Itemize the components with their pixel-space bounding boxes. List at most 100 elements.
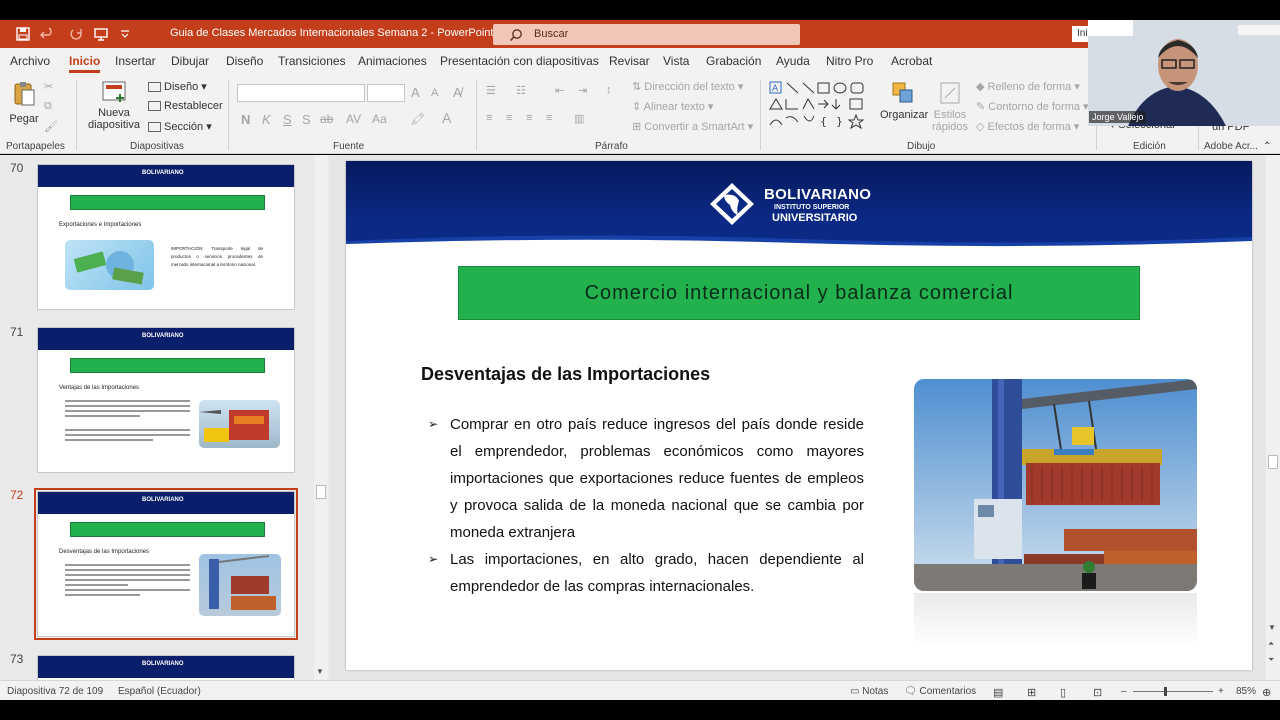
- shapes-gallery[interactable]: A {}: [768, 80, 876, 130]
- format-painter-icon[interactable]: 🖌: [44, 120, 58, 133]
- tab-animaciones[interactable]: Animaciones: [358, 54, 427, 68]
- tab-grabación[interactable]: Grabación: [706, 54, 761, 68]
- copy-icon[interactable]: ⧉: [44, 100, 52, 113]
- reset-icon: [148, 101, 161, 112]
- undo-icon[interactable]: [38, 26, 56, 42]
- tab-revisar[interactable]: Revisar: [609, 54, 650, 68]
- previous-slide-icon[interactable]: ⏶: [1268, 639, 1274, 649]
- increase-font-icon[interactable]: A: [411, 85, 420, 100]
- zoom-slider-thumb[interactable]: [1164, 687, 1167, 696]
- shape-fill-label: Relleno de forma: [987, 81, 1072, 93]
- font-color-icon[interactable]: A: [442, 110, 451, 126]
- decrease-font-icon[interactable]: A: [431, 87, 438, 99]
- cut-icon[interactable]: ✂: [44, 80, 53, 93]
- tab-presentación-con-diapositivas[interactable]: Presentación con diapositivas: [440, 54, 599, 68]
- save-icon[interactable]: [14, 26, 32, 42]
- font-name-combo[interactable]: [237, 84, 365, 102]
- align-left-icon[interactable]: ≡: [486, 112, 492, 124]
- arrange-button[interactable]: Organizar: [880, 80, 928, 121]
- align-right-icon[interactable]: ≡: [526, 112, 532, 124]
- quick-styles-button[interactable]: Estilos rápidos: [928, 80, 972, 133]
- normal-view-icon[interactable]: ▤: [993, 686, 1003, 699]
- shape-fill-button[interactable]: ◆ Relleno de forma ▾: [976, 80, 1080, 93]
- customize-qat-icon[interactable]: [116, 26, 134, 42]
- scroll-down-icon[interactable]: ▼: [1268, 623, 1276, 632]
- italic-icon[interactable]: K: [262, 112, 271, 127]
- slideshow-icon[interactable]: ⊡: [1093, 686, 1102, 699]
- redo-icon[interactable]: [68, 26, 86, 42]
- tab-dibujar[interactable]: Dibujar: [171, 54, 209, 68]
- powerpoint-window: Guia de Clases Mercados Internacionales …: [0, 0, 1280, 720]
- search-box[interactable]: Buscar: [493, 24, 800, 45]
- thumbnails-scrollbar[interactable]: ▼: [314, 155, 328, 680]
- zoom-in-icon[interactable]: +: [1218, 686, 1224, 697]
- font-size-combo[interactable]: [367, 84, 405, 102]
- tab-inicio[interactable]: Inicio: [69, 54, 101, 73]
- next-slide-icon[interactable]: ⏷: [1268, 655, 1274, 665]
- new-slide-button[interactable]: Nueva diapositiva: [86, 80, 142, 131]
- bullet-list[interactable]: ➢ Comprar en otro país reduce ingresos d…: [428, 411, 864, 600]
- line-spacing-icon[interactable]: ↕: [606, 84, 612, 96]
- slide-thumbnail-71[interactable]: BOLIVARIANO Ventajas de las Importacione…: [37, 327, 295, 473]
- tab-diseño[interactable]: Diseño: [226, 54, 263, 68]
- collapse-ribbon-icon[interactable]: ⌃: [1263, 141, 1271, 152]
- slide-canvas[interactable]: BOLIVARIANO INSTITUTO SUPERIOR UNIVERSIT…: [346, 161, 1252, 670]
- justify-icon[interactable]: ≡: [546, 112, 552, 124]
- scrollbar-thumb[interactable]: [1268, 455, 1278, 469]
- zoom-level[interactable]: 85%: [1236, 686, 1256, 697]
- strikethrough-icon[interactable]: ab: [320, 112, 333, 126]
- tab-insertar[interactable]: Insertar: [115, 54, 156, 68]
- slide-thumbnail-70[interactable]: BOLIVARIANO Exportaciones e Importacione…: [37, 164, 295, 310]
- increase-indent-icon[interactable]: ⇥: [578, 84, 587, 97]
- align-center-icon[interactable]: ≡: [506, 112, 512, 124]
- new-slide-icon: [102, 81, 126, 102]
- reading-view-icon[interactable]: ▯: [1060, 686, 1066, 699]
- language-indicator[interactable]: Español (Ecuador): [118, 686, 201, 697]
- tab-archivo[interactable]: Archivo: [10, 54, 50, 68]
- bullets-icon[interactable]: ☰: [486, 84, 496, 97]
- change-case-icon[interactable]: Aa: [372, 112, 387, 126]
- highlight-icon[interactable]: 🖍: [410, 112, 425, 126]
- clear-format-icon[interactable]: A̸: [453, 85, 462, 100]
- group-label-editing: Edición: [1133, 141, 1166, 152]
- decrease-indent-icon[interactable]: ⇤: [555, 84, 564, 97]
- layout-button[interactable]: Diseño ▾: [148, 80, 207, 93]
- tab-transiciones[interactable]: Transiciones: [278, 54, 346, 68]
- tab-nitro-pro[interactable]: Nitro Pro: [826, 54, 873, 68]
- char-spacing-icon[interactable]: AV: [346, 112, 361, 126]
- slide-subtitle[interactable]: Desventajas de las Importaciones: [421, 364, 710, 385]
- port-crane-photo[interactable]: [914, 379, 1197, 591]
- shape-outline-button[interactable]: ✎ Contorno de forma ▾: [976, 100, 1089, 113]
- tab-vista[interactable]: Vista: [663, 54, 689, 68]
- thumbnail-title-band: [70, 195, 265, 210]
- underline-icon[interactable]: S: [283, 112, 292, 127]
- scrollbar-thumb[interactable]: [316, 485, 326, 499]
- columns-icon[interactable]: ▥: [574, 112, 584, 125]
- slide-thumbnail-73[interactable]: BOLIVARIANO: [37, 655, 295, 680]
- slide-thumbnail-72[interactable]: BOLIVARIANO Desventajas de las Importaci…: [34, 488, 298, 640]
- editor-scrollbar[interactable]: ▼ ⏶ ⏷: [1266, 155, 1280, 680]
- tab-ayuda[interactable]: Ayuda: [776, 54, 810, 68]
- slide-sorter-icon[interactable]: ⊞: [1027, 686, 1036, 699]
- bold-icon[interactable]: N: [241, 112, 250, 127]
- tab-acrobat[interactable]: Acrobat: [891, 54, 932, 68]
- shadow-icon[interactable]: S: [302, 112, 311, 127]
- scroll-down-icon[interactable]: ▼: [316, 667, 324, 676]
- convert-smartart-button[interactable]: ⊞ Convertir a SmartArt ▾: [632, 120, 753, 133]
- slide-title-box[interactable]: Comercio internacional y balanza comerci…: [458, 266, 1140, 320]
- numbering-icon[interactable]: ☷: [516, 84, 526, 97]
- comments-button[interactable]: 🗨 Comentarios: [904, 686, 976, 697]
- reset-button[interactable]: Restablecer: [148, 100, 223, 112]
- zoom-slider[interactable]: [1133, 687, 1213, 696]
- fit-to-window-icon[interactable]: ⊕: [1262, 686, 1271, 699]
- paste-button[interactable]: Pegar: [9, 80, 39, 125]
- comment-icon: 🗨: [904, 686, 917, 697]
- align-text-button[interactable]: ⇕ Alinear texto ▾: [632, 100, 713, 113]
- text-direction-button[interactable]: ⇅ Dirección del texto ▾: [632, 80, 743, 93]
- zoom-out-icon[interactable]: –: [1121, 686, 1127, 697]
- section-button[interactable]: Sección ▾: [148, 120, 212, 133]
- shape-effects-button[interactable]: ◇ Efectos de forma ▾: [976, 120, 1079, 133]
- shape-effects-label: Efectos de forma: [987, 121, 1071, 133]
- present-from-start-icon[interactable]: [92, 26, 110, 42]
- notes-button[interactable]: ▭ Notas: [850, 686, 888, 697]
